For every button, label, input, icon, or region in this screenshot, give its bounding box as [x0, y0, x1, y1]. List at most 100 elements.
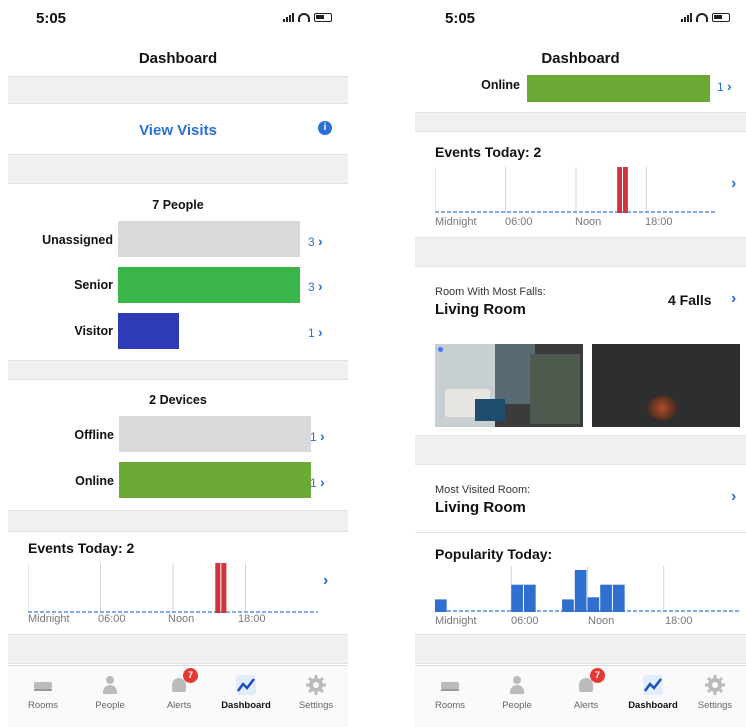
devices-bar-online[interactable]: [527, 75, 710, 102]
page-title: Dashboard: [138, 50, 218, 67]
people-count-unassigned[interactable]: 3 ›: [308, 233, 323, 249]
tab-rooms[interactable]: Rooms: [13, 674, 73, 711]
chevron-right-icon[interactable]: ›: [318, 233, 323, 249]
tab-label: Settings: [298, 700, 334, 711]
status-time: 5:05: [445, 10, 476, 27]
tab-label: People: [502, 700, 532, 711]
devices-row-label: Online: [481, 78, 520, 92]
chevron-right-icon[interactable]: ›: [320, 474, 325, 490]
left-phone-screen: 5:05 Dashboard View Visits i 7 People Un…: [8, 0, 348, 727]
status-time: 5:05: [36, 10, 67, 27]
section-divider: [8, 154, 348, 184]
info-icon[interactable]: i: [318, 121, 332, 135]
most-visited-caption: Most Visited Room:: [435, 484, 531, 496]
tab-rooms[interactable]: Rooms: [420, 674, 480, 711]
tab-label: Alerts: [166, 700, 192, 711]
bed-icon: [32, 674, 54, 696]
people-bar-unassigned[interactable]: [118, 221, 300, 257]
tab-settings[interactable]: Settings: [685, 674, 745, 711]
chevron-right-icon[interactable]: ›: [731, 290, 736, 308]
x-tick-label: Midnight: [435, 216, 477, 228]
tab-label: Rooms: [434, 700, 466, 711]
tab-bar: Rooms People 7 Alerts Dashboard Settings: [415, 665, 746, 727]
right-phone-screen: 5:05 Dashboard Online 1 › Events Today: …: [415, 0, 746, 727]
tab-dashboard[interactable]: Dashboard: [216, 674, 276, 711]
signal-icon: [681, 12, 692, 22]
popularity-bar: [574, 570, 587, 612]
popularity-bar: [562, 599, 574, 612]
devices-count-online[interactable]: 1 ›: [717, 78, 732, 94]
people-row-label: Unassigned: [42, 233, 113, 247]
section-divider: [415, 112, 746, 132]
devices-bar-offline[interactable]: [119, 416, 311, 452]
section-divider: [415, 435, 746, 465]
event-bar: [623, 167, 628, 213]
popularity-chart[interactable]: [435, 566, 740, 612]
x-tick-label: Noon: [575, 216, 602, 228]
chevron-right-icon[interactable]: ›: [318, 278, 323, 294]
chevron-right-icon[interactable]: ›: [318, 324, 323, 340]
chart-line-icon: [642, 674, 664, 696]
battery-icon: [712, 12, 730, 22]
camera-thumbnail-color[interactable]: [435, 344, 583, 427]
tab-label: Rooms: [27, 700, 59, 711]
chevron-right-icon[interactable]: ›: [731, 488, 736, 506]
falls-count[interactable]: 4 Falls: [668, 292, 712, 308]
event-bar: [215, 563, 221, 613]
people-count-title: 7 People: [152, 198, 204, 212]
events-today-title: Events Today: 2: [435, 144, 542, 160]
chart-line-icon: [235, 674, 257, 696]
people-count-visitor[interactable]: 1 ›: [308, 324, 323, 340]
devices-count-offline[interactable]: 1 ›: [310, 428, 325, 444]
camera-indicator-icon: [438, 347, 443, 352]
most-falls-room: Living Room: [435, 301, 526, 318]
divider: [415, 532, 746, 533]
chevron-right-icon[interactable]: ›: [323, 572, 328, 590]
tab-alerts[interactable]: 7 Alerts: [556, 668, 616, 711]
people-bar-senior[interactable]: [118, 267, 300, 303]
view-visits-button[interactable]: View Visits: [8, 122, 348, 139]
section-divider: [415, 237, 746, 267]
events-today-chart[interactable]: [28, 563, 318, 613]
x-tick-label: Noon: [588, 615, 615, 627]
devices-count-title: 2 Devices: [149, 393, 207, 407]
alerts-badge: 7: [590, 668, 605, 683]
x-tick-label: 18:00: [665, 615, 693, 627]
events-today-title: Events Today: 2: [28, 540, 135, 556]
section-divider: [8, 634, 348, 664]
camera-thumbnail-thermal[interactable]: [592, 344, 740, 427]
section-divider: [8, 360, 348, 380]
person-icon: [506, 674, 528, 696]
x-tick-label: 06:00: [505, 216, 533, 228]
most-visited-room: Living Room: [435, 499, 526, 516]
tab-dashboard[interactable]: Dashboard: [623, 674, 683, 711]
popularity-bar: [612, 584, 625, 612]
devices-bar-online[interactable]: [119, 462, 311, 498]
x-tick-label: 18:00: [645, 216, 673, 228]
battery-icon: [314, 12, 332, 22]
chevron-right-icon[interactable]: ›: [731, 175, 736, 193]
tab-settings[interactable]: Settings: [286, 674, 346, 711]
section-divider: [8, 510, 348, 532]
tab-alerts[interactable]: 7 Alerts: [149, 668, 209, 711]
signal-icon: [283, 12, 294, 22]
popularity-title: Popularity Today:: [435, 546, 553, 562]
event-bar: [617, 167, 622, 213]
x-tick-label: Noon: [168, 613, 195, 625]
chevron-right-icon[interactable]: ›: [727, 78, 732, 94]
tab-people[interactable]: People: [487, 674, 547, 711]
event-bar: [221, 563, 227, 613]
gear-icon: [305, 674, 327, 696]
people-count-senior[interactable]: 3 ›: [308, 278, 323, 294]
tab-people[interactable]: People: [80, 674, 140, 711]
people-row-label: Senior: [74, 278, 113, 292]
devices-count-online[interactable]: 1 ›: [310, 474, 325, 490]
gear-icon: [704, 674, 726, 696]
people-bar-visitor[interactable]: [118, 313, 179, 349]
tab-bar: Rooms People 7 Alerts Dashboard Settings: [8, 665, 348, 727]
events-today-chart[interactable]: [435, 167, 717, 213]
popularity-bar: [511, 584, 523, 612]
status-icons: [681, 12, 730, 22]
chevron-right-icon[interactable]: ›: [320, 428, 325, 444]
page-title: Dashboard: [541, 50, 620, 67]
